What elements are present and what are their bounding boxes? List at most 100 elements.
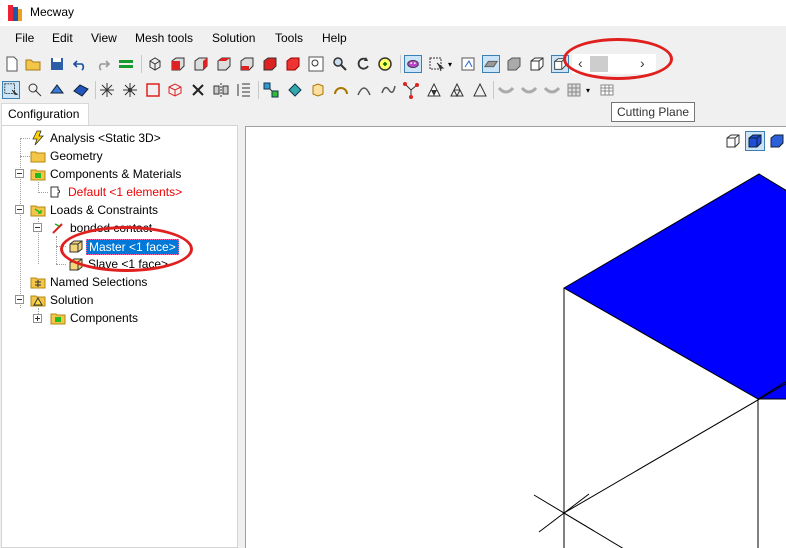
- collapse-toggle[interactable]: [15, 169, 24, 178]
- panel-splitter[interactable]: [238, 125, 245, 548]
- menu-mesh-tools[interactable]: Mesh tools: [135, 31, 193, 45]
- outline-cube-icon[interactable]: [528, 55, 546, 73]
- folder-puzzle-icon: [50, 313, 66, 325]
- solid-cube-icon: [748, 134, 762, 148]
- scroll-right-arrow-icon[interactable]: ›: [640, 55, 645, 71]
- toolbar-separator: [258, 81, 259, 99]
- shaded-cube-icon: [770, 134, 784, 148]
- nodes-select-icon[interactable]: [121, 81, 139, 99]
- menu-file[interactable]: File: [15, 31, 34, 45]
- rotate-icon[interactable]: [354, 55, 372, 73]
- nodes-burst-icon[interactable]: [98, 81, 116, 99]
- view-front-icon[interactable]: [169, 55, 187, 73]
- tooltip: Cutting Plane: [611, 102, 695, 122]
- tree-label: Analysis <Static 3D>: [50, 131, 161, 145]
- view-right-icon[interactable]: [284, 55, 302, 73]
- mirror-icon[interactable]: [212, 81, 230, 99]
- wireframe-cube-icon[interactable]: [146, 55, 164, 73]
- view-bottom-icon[interactable]: [238, 55, 256, 73]
- smooth-surface-2-icon[interactable]: [520, 81, 538, 99]
- zoom-icon[interactable]: [331, 55, 349, 73]
- toolbar-separator: [141, 55, 142, 73]
- tree-line: [56, 264, 66, 265]
- select-mode-icon[interactable]: [428, 55, 446, 73]
- tree-label: Geometry: [50, 149, 103, 163]
- menu-tools[interactable]: Tools: [275, 31, 303, 45]
- tri-refine-icon[interactable]: [448, 81, 466, 99]
- tree-label: Slave <1 face>: [88, 257, 169, 271]
- view-back-icon[interactable]: [192, 55, 210, 73]
- arc-icon[interactable]: [332, 81, 350, 99]
- select-node-icon[interactable]: [26, 81, 44, 99]
- tree-label: Components: [70, 311, 139, 325]
- table-icon[interactable]: [598, 81, 616, 99]
- solid-block-icon[interactable]: [505, 55, 523, 73]
- lightning-icon: [32, 130, 44, 146]
- 3d-viewport[interactable]: [245, 126, 786, 548]
- outline-cube-icon: [726, 134, 740, 148]
- view-cube-outline-button[interactable]: [723, 131, 743, 151]
- tree-label: Components & Materials: [50, 167, 182, 181]
- shell-icon[interactable]: [309, 81, 327, 99]
- spline-icon[interactable]: [379, 81, 397, 99]
- zoom-window-icon[interactable]: [307, 55, 325, 73]
- cutting-plane-scrollbar[interactable]: ‹ ›: [572, 54, 656, 74]
- smooth-surface-icon[interactable]: [497, 81, 515, 99]
- face-cube-icon: [69, 258, 83, 271]
- view-top-icon[interactable]: [215, 55, 233, 73]
- empty-square-icon[interactable]: [144, 81, 162, 99]
- grid-box-icon[interactable]: [565, 81, 583, 99]
- triangle-mesh-icon[interactable]: [425, 81, 443, 99]
- scroll-left-arrow-icon[interactable]: ‹: [578, 55, 583, 71]
- tree-label: Named Selections: [50, 275, 148, 289]
- tree-label: Master <1 face>: [86, 239, 179, 255]
- dropdown-arrow-icon[interactable]: ▾: [586, 86, 594, 104]
- nodes-to-face-icon[interactable]: [262, 81, 280, 99]
- smooth-surface-3-icon[interactable]: [543, 81, 561, 99]
- collapse-toggle[interactable]: [33, 223, 42, 232]
- save-icon[interactable]: [48, 55, 66, 73]
- face-to-nodes-icon[interactable]: [286, 81, 304, 99]
- scroll-thumb[interactable]: [590, 56, 608, 72]
- zoom-fit-icon[interactable]: [376, 55, 394, 73]
- menu-edit[interactable]: Edit: [52, 31, 73, 45]
- face-cube-icon: [69, 240, 83, 253]
- menu-view[interactable]: View: [91, 31, 117, 45]
- node-tree-icon[interactable]: [402, 81, 420, 99]
- shaded-surface-icon[interactable]: [482, 55, 500, 73]
- collapse-toggle[interactable]: [15, 295, 24, 304]
- extrude-icon[interactable]: [235, 81, 253, 99]
- menu-solution[interactable]: Solution: [212, 31, 255, 45]
- model-edge: [563, 383, 786, 514]
- cube-mesh-icon[interactable]: [551, 55, 569, 73]
- element-cube-icon[interactable]: [166, 81, 184, 99]
- mask-display-icon[interactable]: [404, 55, 422, 73]
- view-cube-shaded-button[interactable]: [767, 131, 786, 151]
- menu-help[interactable]: Help: [322, 31, 347, 45]
- equals-icon[interactable]: [117, 55, 135, 73]
- view-left-icon[interactable]: [261, 55, 279, 73]
- tree-line: [38, 182, 39, 191]
- curve-icon[interactable]: [355, 81, 373, 99]
- tree-label: Loads & Constraints: [50, 203, 159, 217]
- undo-icon[interactable]: [71, 55, 89, 73]
- contact-arrow-icon: [52, 223, 63, 234]
- select-element-icon[interactable]: [48, 81, 66, 99]
- expand-toggle[interactable]: [33, 314, 42, 323]
- display-options-icon[interactable]: [460, 55, 478, 73]
- tab-configuration[interactable]: Configuration: [1, 103, 89, 125]
- select-box-icon[interactable]: [2, 81, 20, 99]
- view-cube-solid-button[interactable]: [745, 131, 765, 151]
- menu-bar: File Edit View Mesh tools Solution Tools…: [0, 28, 786, 48]
- select-face-icon[interactable]: [72, 81, 90, 99]
- open-folder-icon[interactable]: [24, 55, 42, 73]
- new-file-icon[interactable]: [3, 55, 21, 73]
- dropdown-arrow-icon[interactable]: ▾: [448, 60, 456, 78]
- delete-x-icon[interactable]: [189, 81, 207, 99]
- triangle-outline-icon[interactable]: [471, 81, 489, 99]
- selected-face[interactable]: [563, 173, 786, 400]
- redo-icon[interactable]: [94, 55, 112, 73]
- model-render[interactable]: [246, 127, 786, 548]
- collapse-toggle[interactable]: [15, 205, 24, 214]
- folder-puzzle-icon: [30, 169, 46, 181]
